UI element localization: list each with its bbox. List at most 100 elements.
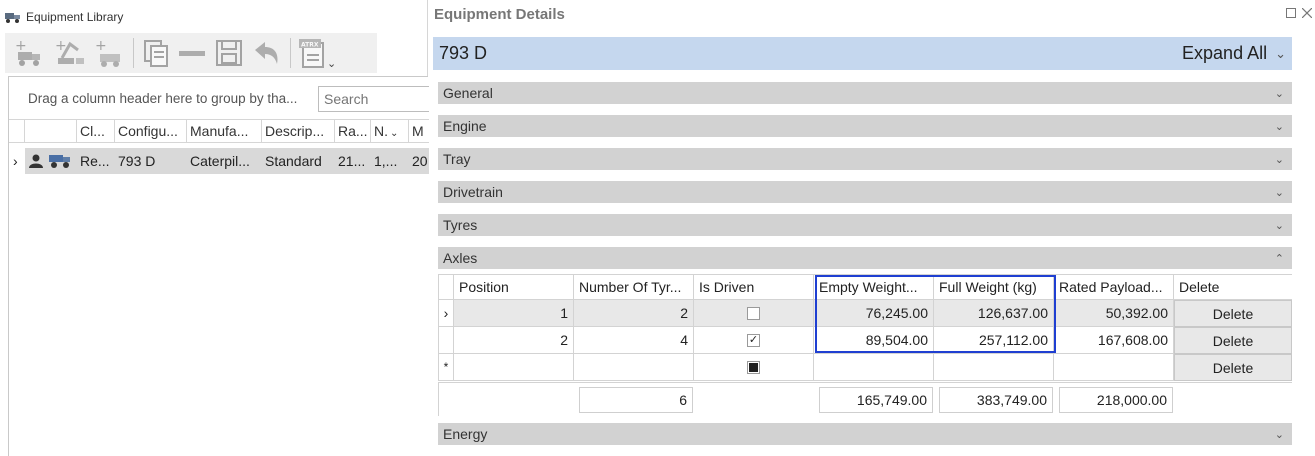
svg-text:+: + [15,38,27,54]
atrx-export-icon[interactable]: ATRX [295,35,331,71]
delete-button[interactable]: Delete [1174,327,1292,354]
row-icons [25,148,77,174]
column-header-n[interactable]: N. ⌄ [371,120,409,143]
cell-driven[interactable] [694,354,814,381]
header-indicator [438,274,454,300]
section-axles[interactable]: Axles ⌃ [438,247,1292,269]
header-icons [25,120,77,143]
cell-tyres[interactable]: 4 [574,327,694,354]
equipment-grid: Drag a column header here to group by th… [8,76,433,456]
section-tray[interactable]: Tray ⌄ [438,148,1292,170]
axles-header-row: Position Number Of Tyr... Is Driven Empt… [438,274,1292,300]
delete-button[interactable]: Delete [1174,354,1292,381]
column-header-description[interactable]: Descrip... [262,120,335,143]
cell-full-weight[interactable]: 257,112.00 [934,327,1054,354]
table-row[interactable]: › 1 2 76,245.00 126,637.00 50,392.00 Del… [438,300,1292,327]
new-row[interactable]: * Delete [438,354,1292,381]
column-header-tyres[interactable]: Number Of Tyr... [574,274,694,300]
table-row[interactable]: 2 4 ✓ 89,504.00 257,112.00 167,608.00 De… [438,327,1292,354]
column-header-full-weight[interactable]: Full Weight (kg) [934,274,1054,300]
haul-truck-icon [49,155,70,168]
column-header-delete: Delete [1174,274,1292,300]
column-header-empty-weight[interactable]: Empty Weight... [814,274,934,300]
undo-icon[interactable] [248,35,286,71]
cell-full-weight[interactable]: 126,637.00 [934,300,1054,327]
cell-manufacturer: Caterpil... [190,153,250,169]
table-row[interactable]: › Re... 793 D Caterpil... Standard 21...… [9,148,429,174]
cell-tyres[interactable]: 2 [574,300,694,327]
maximize-icon[interactable] [1285,6,1297,20]
search-input[interactable] [318,86,433,112]
save-icon[interactable] [210,35,248,71]
equipment-banner: 793 D Expand All ⌄ [433,37,1292,70]
grid-header: Cl... Configu... Manufa... Descrip... Ra… [9,119,429,143]
cell-empty-weight[interactable]: 89,504.00 [814,327,934,354]
cell-driven[interactable] [694,300,814,327]
section-tyres[interactable]: Tyres ⌄ [438,214,1292,236]
is-driven-checkbox[interactable] [747,360,760,374]
cell-rated-payload: 167,608.00 [1054,327,1174,354]
library-title: Equipment Library [26,10,124,24]
chevron-down-icon: ⌄ [1274,186,1284,199]
is-driven-checkbox[interactable]: ✓ [747,333,760,347]
add-equipment-icon[interactable]: + [89,35,129,71]
cell-empty-weight[interactable] [814,354,934,381]
section-engine[interactable]: Engine ⌄ [438,115,1292,137]
chevron-down-icon: ⌄ [1274,219,1284,232]
equipment-library-panel: Equipment Library + + + ATRX ⌄ Drag a co… [0,0,433,456]
is-driven-checkbox[interactable] [747,306,760,320]
close-icon[interactable] [1301,6,1313,20]
cell-position[interactable]: 2 [454,327,574,354]
user-icon [29,154,43,168]
window-buttons [1285,6,1313,20]
group-by-hint: Drag a column header here to group by th… [28,91,298,106]
totals-row: 6 165,749.00 383,749.00 218,000.00 [438,382,1292,416]
column-header-configuration[interactable]: Configu... [115,120,187,143]
column-header-class[interactable]: Cl... [77,120,115,143]
section-general[interactable]: General ⌄ [438,82,1292,104]
cell-full-weight[interactable] [934,354,1054,381]
column-header-rated-payload[interactable]: Rated Payload... [1054,274,1174,300]
equipment-name: 793 D [439,43,488,63]
svg-text:ATRX: ATRX [301,42,319,49]
row-indicator-icon: › [438,300,454,327]
library-title-bar: Equipment Library [4,8,123,26]
expand-all-label: Expand All [1182,43,1268,63]
section-energy[interactable]: Energy ⌄ [438,423,1292,445]
delete-button[interactable]: Delete [1174,300,1292,327]
expand-all-button[interactable]: Expand All ⌄ [1182,43,1286,64]
svg-text:+: + [95,38,107,54]
copy-icon[interactable] [138,35,174,71]
column-header-driven[interactable]: Is Driven [694,274,814,300]
new-row-indicator-icon: * [438,354,454,381]
axles-table: Position Number Of Tyr... Is Driven Empt… [438,274,1292,416]
cell-position[interactable]: 1 [454,300,574,327]
column-header-n-label: N. [374,123,388,139]
cell-empty-weight[interactable]: 76,245.00 [814,300,934,327]
cell-description: Standard [265,153,322,169]
cell-position[interactable] [454,354,574,381]
column-header-position[interactable]: Position [454,274,574,300]
cell-rated-payload: 50,392.00 [1054,300,1174,327]
cell-driven[interactable]: ✓ [694,327,814,354]
cell-rated-payload [1054,354,1174,381]
vertical-scrollbar[interactable] [1294,37,1315,456]
add-excavator-icon[interactable]: + [49,35,89,71]
header-spacer [9,120,25,143]
cell-tyres[interactable] [574,354,694,381]
remove-icon[interactable] [174,35,210,71]
chevron-up-icon: ⌃ [1274,252,1284,265]
cell-rating: 21... [338,153,366,169]
section-tyres-label: Tyres [443,217,478,233]
add-truck-icon[interactable]: + [9,35,49,71]
library-toolbar: + + + ATRX ⌄ [5,33,377,73]
row-expander-icon[interactable]: › [9,148,25,174]
chevron-down-icon: ⌄ [1274,87,1284,100]
section-drivetrain[interactable]: Drivetrain ⌄ [438,181,1292,203]
section-general-label: General [443,85,493,101]
column-header-rating[interactable]: Ra... [335,120,371,143]
section-engine-label: Engine [443,118,487,134]
total-empty-weight: 165,749.00 [819,386,933,413]
column-header-manufacturer[interactable]: Manufa... [187,120,262,143]
column-header-m[interactable]: M [409,120,429,143]
